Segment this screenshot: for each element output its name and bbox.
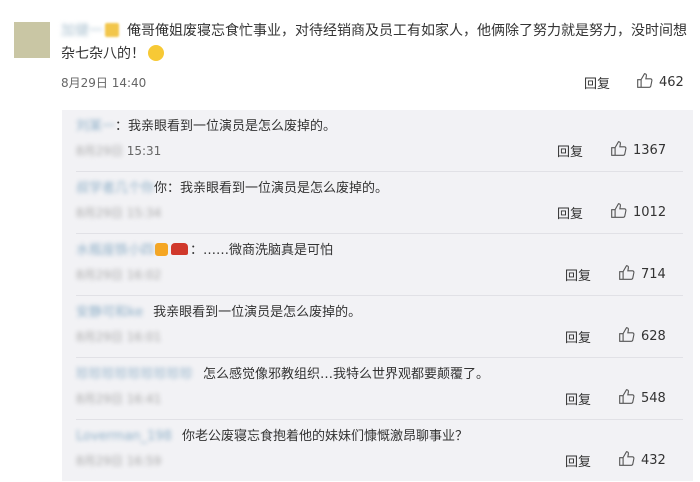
like-count: 432: [641, 453, 666, 468]
medal-icon: [105, 23, 119, 37]
thumbs-up-icon: [619, 265, 635, 280]
reply-button[interactable]: 回复: [565, 451, 591, 470]
thumbs-up-icon: [619, 327, 635, 342]
reply-username[interactable]: 叔学者几个你: [76, 181, 154, 196]
reply-button[interactable]: 回复: [557, 141, 583, 160]
thumbs-up-icon: [619, 451, 635, 466]
reply-time: 8月29日 16:02: [76, 268, 162, 282]
like-button[interactable]: 1012: [610, 201, 666, 220]
reply-text: 我亲眼看到一位演员是怎么废掉的。: [128, 119, 337, 134]
like-count: 714: [641, 267, 666, 282]
reply-text: 我亲眼看到一位演员是怎么废掉的。: [180, 181, 389, 196]
reply-item: 叔学者几个你你：我亲眼看到一位演员是怎么废掉的。 8月29日 15:34 回复 …: [62, 172, 693, 234]
reply-time: 8月29日 15:34: [76, 206, 162, 220]
comment-time: 8月29日 14:40: [61, 76, 147, 90]
reply-text: 我亲眼看到一位演员是怎么废掉的。: [153, 305, 362, 320]
car-emoji-icon: [171, 243, 189, 255]
reply-button[interactable]: 回复: [584, 73, 610, 92]
thumbs-up-icon: [637, 73, 653, 88]
comment-username[interactable]: 加健一: [61, 23, 103, 39]
like-count: 1012: [633, 205, 667, 220]
comment-body: 加健一 俺哥俺姐废寝忘食忙事业，对待经销商及员工有如家人，他俩除了努力就是努力，没…: [61, 20, 691, 66]
fire-emoji-icon: [155, 243, 169, 256]
like-button[interactable]: 714: [618, 263, 666, 282]
reply-item: 珍珍珍珍珍珍珍珍珍 怎么感觉像邪教组织…我特么世界观都要颠覆了。 8月29日 16…: [62, 358, 693, 420]
like-button[interactable]: 548: [618, 387, 666, 406]
reply-button[interactable]: 回复: [557, 203, 583, 222]
like-count: 628: [641, 329, 666, 344]
reply-time: 8月29日 15:31: [76, 144, 162, 158]
reply-button[interactable]: 回复: [565, 389, 591, 408]
like-count: 462: [659, 75, 684, 90]
reply-item: Loverman_198 你老公废寝忘食抱着他的妹妹们慷慨激昂聊事业？ 8月29日…: [62, 420, 693, 482]
laughing-crying-emoji-icon: [148, 45, 164, 61]
reply-button[interactable]: 回复: [565, 327, 591, 346]
avatar[interactable]: [14, 22, 50, 58]
comment-meta: 8月29日 14:40 回复 462: [61, 66, 691, 96]
reply-username[interactable]: Loverman_198: [76, 429, 172, 444]
reply-username[interactable]: 珍珍珍珍珍珍珍珍珍: [76, 367, 193, 382]
like-button[interactable]: 462: [636, 71, 684, 90]
reply-item: 水瓶座铁小四 ：……微商洗脑真是可怕 8月29日 16:02 回复 714: [62, 234, 693, 296]
like-button[interactable]: 1367: [610, 139, 666, 158]
reply-separator: 你：: [154, 181, 181, 196]
like-count: 548: [641, 391, 666, 406]
reply-text: ……微商洗脑真是可怕: [203, 243, 334, 258]
thumbs-up-icon: [619, 389, 635, 404]
reply-time: 8月29日 16:41: [76, 392, 162, 406]
reply-text: 你老公废寝忘食抱着他的妹妹们慷慨激昂聊事业？: [181, 429, 468, 444]
thumbs-up-icon: [611, 141, 627, 156]
reply-username[interactable]: 安静可和ke: [76, 305, 143, 320]
reply-button[interactable]: 回复: [565, 265, 591, 284]
reply-username[interactable]: 水瓶座铁小四: [76, 243, 154, 258]
reply-list: 刘某一：我亲眼看到一位演员是怎么废掉的。 8月29日 15:31 回复 1367…: [62, 110, 693, 481]
reply-username[interactable]: 刘某一: [76, 119, 115, 134]
like-button[interactable]: 628: [618, 325, 666, 344]
reply-item: 安静可和ke 我亲眼看到一位演员是怎么废掉的。 8月29日 16:01 回复 62…: [62, 296, 693, 358]
like-button[interactable]: 432: [618, 449, 666, 468]
reply-separator: ：: [190, 243, 204, 258]
like-count: 1367: [633, 143, 667, 158]
reply-time: 8月29日 16:01: [76, 330, 162, 344]
reply-item: 刘某一：我亲眼看到一位演员是怎么废掉的。 8月29日 15:31 回复 1367: [62, 110, 693, 172]
reply-separator: ：: [115, 119, 129, 134]
thumbs-up-icon: [611, 203, 627, 218]
reply-text: 怎么感觉像邪教组织…我特么世界观都要颠覆了。: [203, 367, 490, 382]
reply-time: 8月29日 16:59: [76, 454, 162, 468]
main-comment: 加健一 俺哥俺姐废寝忘食忙事业，对待经销商及员工有如家人，他俩除了努力就是努力，没…: [61, 20, 691, 96]
